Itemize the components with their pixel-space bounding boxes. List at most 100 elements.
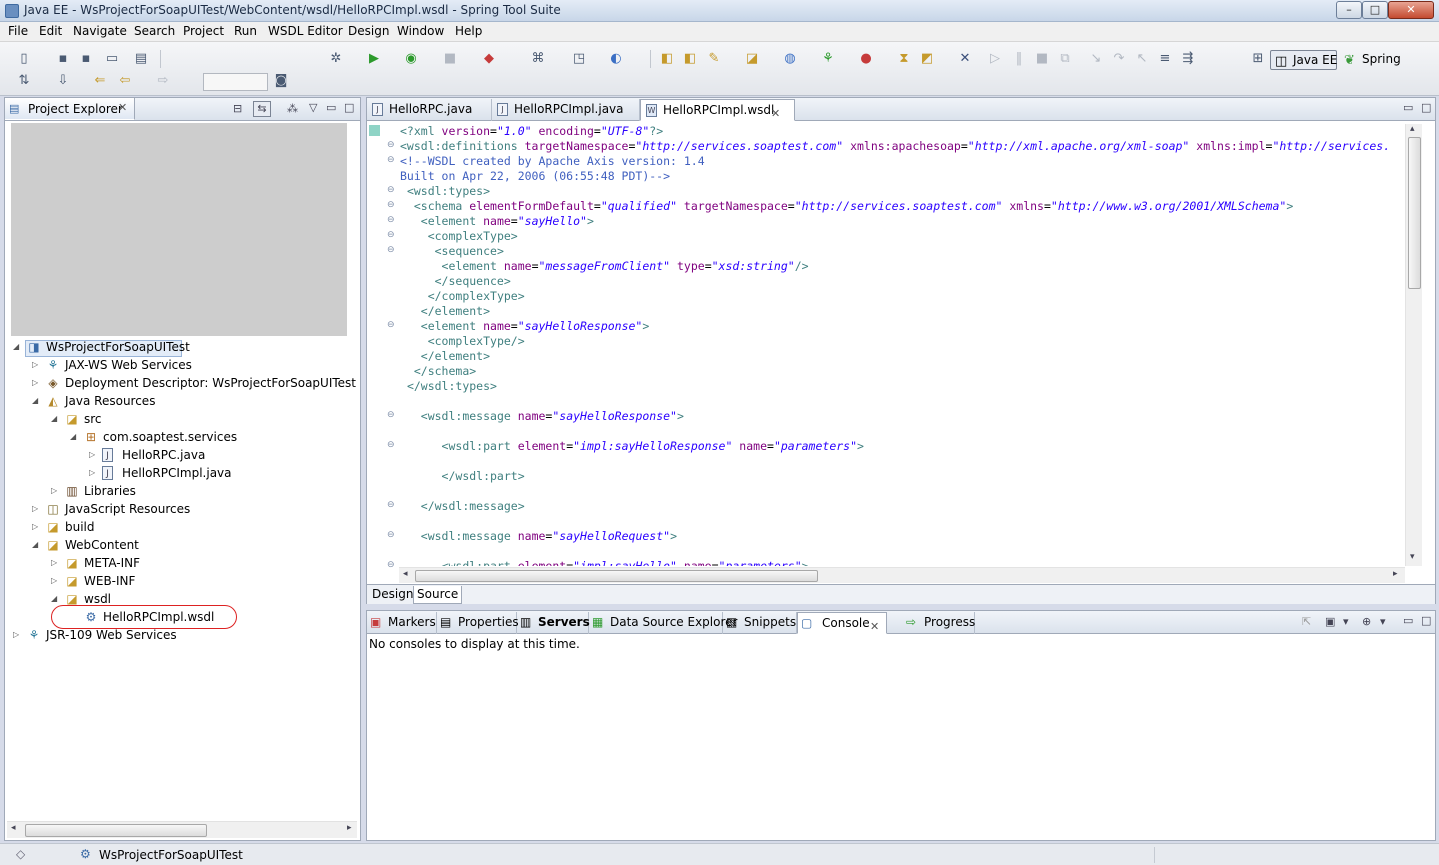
tab-hellorpcimpl-wsdl[interactable]: W HelloRPCImpl.wsdl ✕ [640,99,795,121]
fast-view-icon[interactable]: ◇ [16,847,25,861]
minimize-view-icon[interactable]: ▭ [1403,101,1413,114]
fold-toggle-icon[interactable]: ⊖ [387,530,395,540]
expanded-arrow-icon[interactable]: ◢ [51,410,61,428]
tab-console[interactable]: ▢ Console ✕ [797,612,887,634]
list-icon[interactable]: ≡ [1157,51,1173,67]
collapsed-arrow-icon[interactable]: ▷ [32,356,42,374]
new-icon[interactable]: ▯ [16,51,32,67]
display-console-icon[interactable]: ▣ [1325,615,1335,628]
close-icon[interactable]: ✕ [771,103,780,124]
maximize-view-icon[interactable]: □ [1421,614,1431,627]
resume-icon[interactable]: ▷ [987,51,1003,67]
scrollbar-thumb[interactable] [1408,137,1421,289]
close-icon[interactable]: ✕ [118,101,127,114]
pin-icon[interactable]: ✕ [957,51,973,67]
scroll-down-icon[interactable]: ▾ [1410,552,1415,562]
collapsed-arrow-icon[interactable]: ▷ [51,554,61,572]
camera-icon[interactable]: ◙ [273,73,289,89]
print-icon[interactable]: ▭ [104,51,120,67]
scroll-right-icon[interactable]: ▸ [347,823,352,833]
scroll-right-icon[interactable]: ▸ [1393,569,1398,579]
web-service-icon[interactable]: ⚘ [820,51,836,67]
expanded-arrow-icon[interactable]: ◢ [32,536,42,554]
menu-project[interactable]: Project [183,24,224,38]
save-all-icon[interactable]: ▪ [78,51,94,67]
tab-design[interactable]: Design [369,586,418,604]
perspective-java-ee[interactable]: ◫ Java EE [1270,50,1337,70]
fold-toggle-icon[interactable]: ⊖ [387,410,395,420]
fold-toggle-icon[interactable]: ⊖ [387,500,395,510]
collapsed-arrow-icon[interactable]: ▷ [32,518,42,536]
minimize-button[interactable]: – [1336,1,1362,19]
fold-toggle-icon[interactable]: ⊖ [387,140,395,150]
tree-item[interactable]: ▷ ◪ WEB-INF [51,572,353,590]
tab-source[interactable]: Source [413,586,463,604]
menu-help[interactable]: Help [455,24,482,38]
scrollbar-thumb[interactable] [415,570,818,582]
tree-item[interactable]: ▷ J HelloRPC.java [89,446,353,464]
tree-item[interactable]: ▷ J HelloRPCImpl.java [89,464,353,482]
horizontal-scrollbar[interactable]: ◂ ▸ [399,567,1405,583]
maximize-view-icon[interactable]: □ [344,101,354,114]
binary-icon[interactable]: ▤ [133,51,149,67]
menu-design[interactable]: Design [348,24,389,38]
back-icon[interactable]: ⇦ [117,73,133,89]
fold-toggle-icon[interactable]: ⊖ [387,230,395,240]
fold-toggle-icon[interactable]: ⊖ [387,200,395,210]
menu-wsdl-editor[interactable]: WSDL Editor [268,24,343,38]
expanded-arrow-icon[interactable]: ◢ [70,428,80,446]
expanded-arrow-icon[interactable]: ◢ [13,338,23,356]
menu-file[interactable]: File [8,24,28,38]
view-menu-icon[interactable]: ⁂ [287,102,298,115]
folder-open-icon[interactable]: ◪ [744,51,760,67]
minimize-view-icon[interactable]: ▭ [326,101,336,114]
tree-item[interactable]: ▷ ⚘ JAX-WS Web Services [32,356,353,374]
link-with-editor-icon[interactable]: ⇆ [253,101,271,117]
deploy-icon[interactable]: ⌘ [530,51,546,67]
run-external-icon[interactable]: ◉ [403,51,419,67]
fold-toggle-icon[interactable]: ⊖ [387,185,395,195]
forward-icon[interactable]: ⇨ [155,73,171,89]
globe-icon[interactable]: ◍ [782,51,798,67]
zoom-combo[interactable] [203,73,268,91]
last-edit-icon[interactable]: ⇐ [92,73,108,89]
chevron-down-icon[interactable]: ▽ [309,101,317,114]
fold-toggle-icon[interactable]: ⊖ [387,215,395,225]
tab-hellorpc-java[interactable]: J HelloRPC.java [367,99,492,121]
minimize-view-icon[interactable]: ▭ [1403,614,1413,627]
annotation-icon[interactable]: ⇅ [16,73,32,89]
tab-data-source-explorer[interactable]: ▦ Data Source Explorer [589,612,737,634]
menu-navigate[interactable]: Navigate [73,24,127,38]
menu-run[interactable]: Run [234,24,257,38]
spring-icon[interactable]: ◐ [608,51,624,67]
collapsed-arrow-icon[interactable]: ▷ [51,572,61,590]
tree-item[interactable]: ◢ ◨ WsProjectForSoapUITest [13,338,353,356]
pen-icon[interactable]: ✎ [706,51,722,67]
collapse-all-icon[interactable]: ⊟ [233,102,242,115]
tab-hellorpcimpl-java[interactable]: J HelloRPCImpl.java [492,99,640,121]
fold-toggle-icon[interactable]: ⊖ [387,320,395,330]
horizontal-scrollbar[interactable]: ◂ ▸ [7,821,357,838]
chevron-down-icon[interactable]: ▾ [1380,615,1386,628]
tree-item[interactable]: ▷ ◪ META-INF [51,554,353,572]
maximize-view-icon[interactable]: □ [1421,101,1431,114]
vertical-scrollbar[interactable]: ▴ ▾ [1405,124,1422,566]
save-icon[interactable]: ▪ [55,51,71,67]
menu-window[interactable]: Window [397,24,444,38]
collapsed-arrow-icon[interactable]: ▷ [51,482,61,500]
tab-properties[interactable]: ▤ Properties [437,612,519,634]
maximize-button[interactable]: □ [1362,1,1388,19]
fold-toggle-icon[interactable]: ⊖ [387,560,395,570]
tab-project-explorer[interactable]: ▤ Project Explorer ✕ [5,98,135,120]
next-annotation-icon[interactable]: ⇩ [55,73,71,89]
validate-icon[interactable]: ● [858,51,874,67]
suspend-icon[interactable]: ‖ [1011,51,1027,67]
menu-edit[interactable]: Edit [39,24,62,38]
tree-item[interactable]: ▷ ◪ build [32,518,353,536]
disconnect-icon[interactable]: ⧉ [1057,51,1073,67]
chevron-down-icon[interactable]: ▾ [1343,615,1349,628]
tree-item[interactable]: ◢ ⊞ com.soaptest.services [70,428,353,446]
tree-item[interactable]: ▷ ◈ Deployment Descriptor: WsProjectForSoa… [32,374,356,392]
new-server-icon[interactable]: ◳ [571,51,587,67]
tab-progress[interactable]: ⇨ Progress [903,612,975,634]
